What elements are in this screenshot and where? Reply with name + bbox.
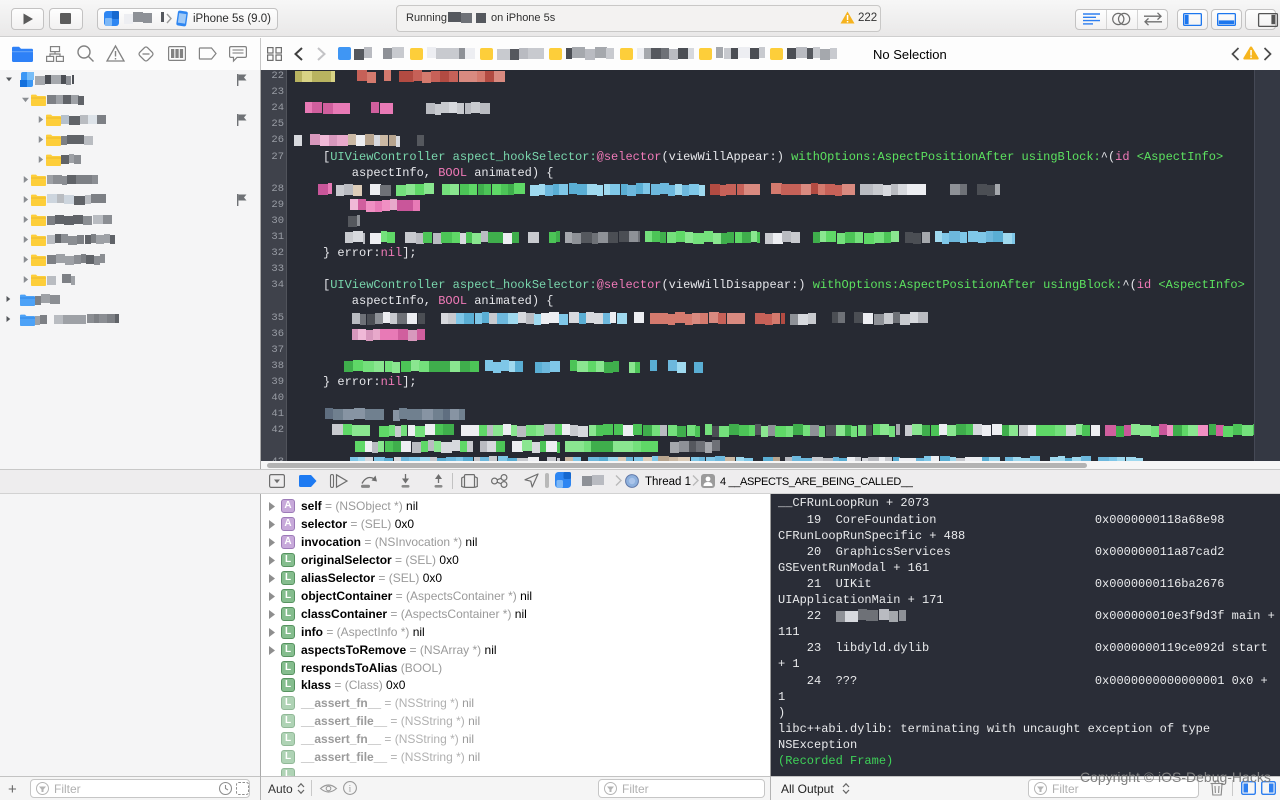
svg-text:i: i xyxy=(349,784,352,794)
